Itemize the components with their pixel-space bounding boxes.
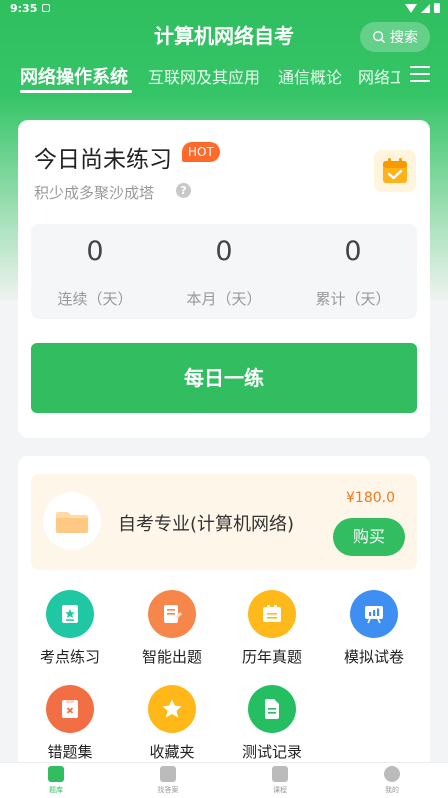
menu-icon[interactable] <box>410 66 430 84</box>
stat-value: 0 <box>344 236 362 267</box>
stat-total: 0 累计（天） <box>289 234 417 309</box>
product-price: ¥180.0 <box>346 490 395 506</box>
practice-card: 今日尚未练习 HOT 积少成多聚沙成塔 ? 0 连续（天） 0 本月（天） 0 … <box>18 120 430 438</box>
nav-courses[interactable]: 课程 <box>250 766 310 795</box>
active-tab-indicator <box>20 90 132 93</box>
calendar-check-icon[interactable] <box>374 150 416 192</box>
signal-icon <box>421 3 430 13</box>
document-edit-icon <box>148 590 196 638</box>
feature-mock-exams[interactable]: 模拟试卷 <box>324 590 424 667</box>
feature-label: 历年真题 <box>241 648 302 666</box>
search-label: 搜索 <box>390 30 418 46</box>
folder-icon <box>43 492 101 550</box>
feature-smart-questions[interactable]: 智能出题 <box>122 590 222 667</box>
feature-label: 智能出题 <box>141 648 202 666</box>
stat-streak: 0 连续（天） <box>31 234 159 309</box>
play-video-icon <box>272 766 288 782</box>
chart-board-icon <box>350 590 398 638</box>
nav-label: 找答案 <box>157 786 179 794</box>
nav-label: 课程 <box>273 786 287 794</box>
nav-find-answers[interactable]: 找答案 <box>138 766 198 795</box>
category-tabs: 网络操作系统 互联网及其应用 通信概论 网络工 <box>0 60 400 94</box>
hot-badge: HOT <box>182 142 220 162</box>
feature-label: 收藏夹 <box>149 743 195 761</box>
feature-favorites[interactable]: 收藏夹 <box>122 685 222 762</box>
record-icon <box>248 685 296 733</box>
tab-network-os[interactable]: 网络操作系统 <box>20 63 128 89</box>
buy-button[interactable]: 购买 <box>333 518 405 556</box>
star-icon <box>148 685 196 733</box>
nav-label: 我的 <box>385 786 399 794</box>
stat-label: 连续（天） <box>57 290 133 308</box>
stat-label: 本月（天） <box>186 290 262 308</box>
wrong-note-icon <box>46 685 94 733</box>
stat-month: 0 本月（天） <box>160 234 288 309</box>
stat-label: 累计（天） <box>315 290 391 308</box>
feature-past-exams[interactable]: 历年真题 <box>222 590 322 667</box>
feature-label: 错题集 <box>47 743 93 761</box>
help-icon[interactable]: ? <box>176 183 191 198</box>
course-card: 自考专业(计算机网络) ¥180.0 购买 考点练习 智能出题 历年真题 模拟试… <box>18 456 430 776</box>
feature-label: 测试记录 <box>241 743 302 761</box>
find-answers-icon <box>160 766 176 782</box>
notification-icon <box>42 4 50 12</box>
status-bar: 9:35 <box>0 0 448 18</box>
practice-subtitle: 积少成多聚沙成塔 <box>34 184 155 202</box>
nav-label: 题库 <box>49 786 63 794</box>
practice-title: 今日尚未练习 <box>34 147 172 173</box>
stat-value: 0 <box>215 236 233 267</box>
tab-network-engineering[interactable]: 网络工 <box>358 64 400 88</box>
nav-question-bank[interactable]: 题库 <box>26 766 86 795</box>
status-time: 9:35 <box>10 2 38 15</box>
stat-value: 0 <box>86 236 104 267</box>
tab-internet-apps[interactable]: 互联网及其应用 <box>148 64 260 88</box>
daily-practice-button[interactable]: 每日一练 <box>31 343 417 413</box>
product-banner[interactable]: 自考专业(计算机网络) ¥180.0 购买 <box>31 474 417 570</box>
search-icon <box>373 31 385 43</box>
practice-stats: 0 连续（天） 0 本月（天） 0 累计（天） <box>31 224 417 319</box>
file-box-icon <box>248 590 296 638</box>
bottom-navigation: 题库 找答案 课程 我的 <box>0 762 448 798</box>
feature-wrong-questions[interactable]: 错题集 <box>20 685 120 762</box>
product-name: 自考专业(计算机网络) <box>118 514 295 535</box>
star-card-icon <box>46 590 94 638</box>
wifi-icon <box>405 3 417 13</box>
question-bank-icon <box>48 766 64 782</box>
tab-communication[interactable]: 通信概论 <box>278 64 342 88</box>
feature-key-points[interactable]: 考点练习 <box>20 590 120 667</box>
feature-label: 模拟试卷 <box>343 648 404 666</box>
battery-icon <box>434 3 440 13</box>
nav-profile[interactable]: 我的 <box>362 766 422 795</box>
feature-test-records[interactable]: 测试记录 <box>222 685 322 762</box>
user-icon <box>384 766 400 782</box>
feature-label: 考点练习 <box>39 648 100 666</box>
search-button[interactable]: 搜索 <box>360 22 430 52</box>
